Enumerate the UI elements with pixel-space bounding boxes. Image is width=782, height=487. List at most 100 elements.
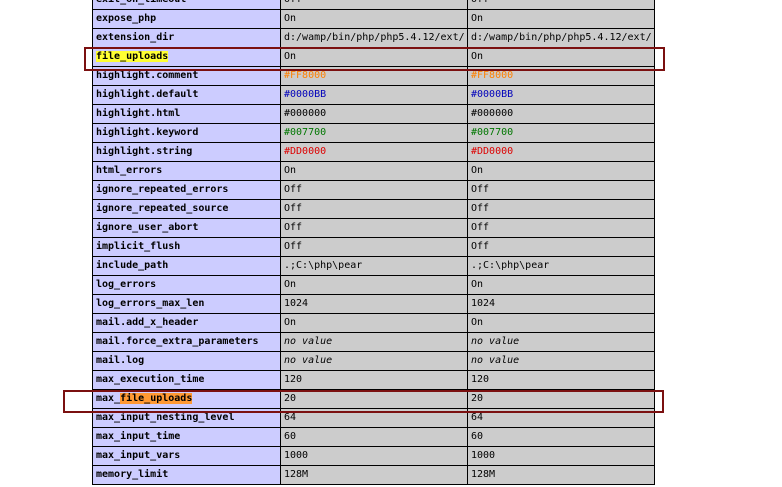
local-value: 1000 (280, 446, 468, 466)
local-value: Off (280, 237, 468, 257)
table-row: highlight.default #0000BB #0000BB (92, 85, 655, 105)
color-value: #000000 (471, 108, 514, 119)
directive-name: highlight.default (92, 85, 281, 105)
master-value: 120 (467, 370, 655, 390)
local-value: 1024 (280, 294, 468, 314)
directive-name: mail.force_extra_parameters (92, 332, 281, 352)
master-value: no value (467, 351, 655, 371)
table-row-max-file-uploads: max_file_uploads 20 20 (92, 389, 655, 409)
color-value: #DD0000 (284, 146, 327, 157)
table-row: expose_php On On (92, 9, 655, 29)
table-row: mail.add_x_header On On (92, 313, 655, 333)
master-value: #007700 (467, 123, 655, 143)
table-row: highlight.html #000000 #000000 (92, 104, 655, 124)
local-value: #007700 (280, 123, 468, 143)
directive-name: highlight.string (92, 142, 281, 162)
table-row: max_input_nesting_level 64 64 (92, 408, 655, 428)
directive-name: highlight.html (92, 104, 281, 124)
table-row: log_errors On On (92, 275, 655, 295)
directive-name: exit_on_timeout (92, 0, 281, 10)
directive-name: ignore_user_abort (92, 218, 281, 238)
local-value: #0000BB (280, 85, 468, 105)
local-value: #DD0000 (280, 142, 468, 162)
directive-name: log_errors_max_len (92, 294, 281, 314)
directive-name: memory_limit (92, 465, 281, 485)
directive-name: max_input_time (92, 427, 281, 447)
master-value: Off (467, 180, 655, 200)
color-value: #0000BB (471, 89, 514, 100)
table-row: exit_on_timeout Off Off (92, 0, 655, 10)
local-value: 128M (280, 465, 468, 485)
master-value: 60 (467, 427, 655, 447)
local-value: 20 (280, 389, 468, 409)
directive-name: mail.log (92, 351, 281, 371)
directive-name: max_file_uploads (92, 389, 281, 409)
directive-name: highlight.comment (92, 66, 281, 86)
table-row: max_execution_time 120 120 (92, 370, 655, 390)
color-value: #007700 (471, 127, 514, 138)
master-value: On (467, 275, 655, 295)
local-value: #000000 (280, 104, 468, 124)
table-row: memory_limit 128M 128M (92, 465, 655, 485)
master-value: no value (467, 332, 655, 352)
master-value: #FF8000 (467, 66, 655, 86)
search-highlight: file_uploads (120, 393, 193, 404)
directive-name: max_execution_time (92, 370, 281, 390)
directive-name: extension_dir (92, 28, 281, 48)
local-value: On (280, 9, 468, 29)
directive-name: html_errors (92, 161, 281, 181)
directive-name: include_path (92, 256, 281, 276)
master-value: 64 (467, 408, 655, 428)
master-value: 1000 (467, 446, 655, 466)
table-row: ignore_user_abort Off Off (92, 218, 655, 238)
local-value: On (280, 161, 468, 181)
local-value: Off (280, 0, 468, 10)
directive-name: highlight.keyword (92, 123, 281, 143)
directive-name: max_input_vars (92, 446, 281, 466)
local-value: d:/wamp/bin/php/php5.4.12/ext/ (280, 28, 468, 48)
table-row: mail.force_extra_parameters no value no … (92, 332, 655, 352)
directive-name: max_input_nesting_level (92, 408, 281, 428)
master-value: Off (467, 199, 655, 219)
php-config-table: exit_on_timeout Off Off expose_php On On… (92, 0, 655, 485)
table-row: extension_dir d:/wamp/bin/php/php5.4.12/… (92, 28, 655, 48)
local-value: 60 (280, 427, 468, 447)
directive-name: ignore_repeated_source (92, 199, 281, 219)
table-row: highlight.string #DD0000 #DD0000 (92, 142, 655, 162)
color-value: #0000BB (284, 89, 327, 100)
color-value: #FF8000 (471, 70, 514, 81)
table-row: html_errors On On (92, 161, 655, 181)
table-row-file-uploads: file_uploads On On (92, 47, 655, 67)
local-value: 64 (280, 408, 468, 428)
local-value: no value (280, 351, 468, 371)
table-row: highlight.keyword #007700 #007700 (92, 123, 655, 143)
table-row: ignore_repeated_source Off Off (92, 199, 655, 219)
master-value: #DD0000 (467, 142, 655, 162)
color-value: #FF8000 (284, 70, 327, 81)
master-value: Off (467, 218, 655, 238)
master-value: #000000 (467, 104, 655, 124)
directive-name: file_uploads (92, 47, 281, 67)
table-row: implicit_flush Off Off (92, 237, 655, 257)
table-row: max_input_vars 1000 1000 (92, 446, 655, 466)
local-value: .;C:\php\pear (280, 256, 468, 276)
directive-name: log_errors (92, 275, 281, 295)
search-highlight: file_uploads (96, 51, 169, 62)
master-value: On (467, 161, 655, 181)
master-value: On (467, 313, 655, 333)
master-value: d:/wamp/bin/php/php5.4.12/ext/ (467, 28, 655, 48)
local-value: Off (280, 218, 468, 238)
table-row: ignore_repeated_errors Off Off (92, 180, 655, 200)
local-value: Off (280, 180, 468, 200)
table-row: mail.log no value no value (92, 351, 655, 371)
local-value: Off (280, 199, 468, 219)
color-value: #DD0000 (471, 146, 514, 157)
directive-name: ignore_repeated_errors (92, 180, 281, 200)
local-value: On (280, 47, 468, 67)
color-value: #000000 (284, 108, 327, 119)
directive-name: implicit_flush (92, 237, 281, 257)
directive-name: expose_php (92, 9, 281, 29)
color-value: #007700 (284, 127, 327, 138)
table-row: log_errors_max_len 1024 1024 (92, 294, 655, 314)
directive-prefix: max_ (96, 393, 121, 404)
